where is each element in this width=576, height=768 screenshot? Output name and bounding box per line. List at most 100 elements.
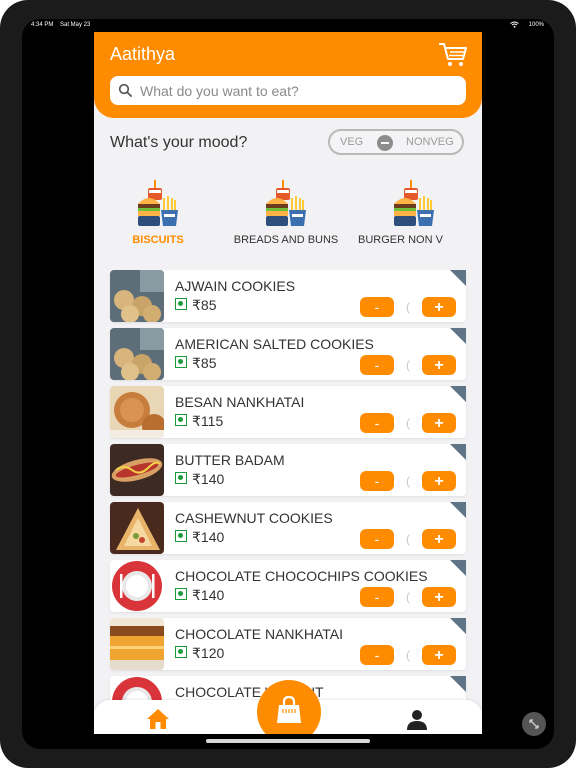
product-image [110,618,164,670]
product-price: ₹140 [192,529,225,545]
status-time: 4:34 PM [31,22,54,28]
veg-indicator-icon [175,588,187,600]
corner-badge [450,502,466,518]
list-item[interactable]: AMERICAN SALTED COOKIES ₹85 - ( + [110,328,466,380]
wifi-icon [510,21,519,28]
corner-badge [450,386,466,402]
increase-quantity-button[interactable]: + [422,297,456,317]
list-item[interactable]: BUTTER BADAM ₹140 - ( + [110,444,466,496]
bottom-tab-bar [94,680,482,734]
veg-label: VEG [340,136,364,148]
corner-badge [450,618,466,634]
increase-quantity-button[interactable]: + [422,413,456,433]
increase-quantity-button[interactable]: + [422,587,456,607]
quantity-value: ( [406,416,410,430]
decrease-quantity-button[interactable]: - [360,413,394,433]
product-list: AJWAIN COOKIES ₹85 - ( + AMERICAN SALTED… [94,270,482,710]
fast-food-icon [266,180,306,226]
category-biscuits[interactable]: BISCUITS [94,180,222,250]
product-image [110,444,164,496]
corner-badge [450,560,466,576]
product-name: BUTTER BADAM [175,452,285,468]
product-price: ₹140 [192,471,225,487]
app-title: Aatithya [110,44,176,64]
home-indicator [206,739,370,743]
list-item[interactable]: CHOCOLATE NANKHATAI ₹120 - ( + [110,618,466,670]
increase-quantity-button[interactable]: + [422,471,456,491]
quantity-value: ( [406,590,410,604]
category-label: BURGER NON V [358,234,443,246]
home-icon[interactable] [146,708,170,730]
search-bar[interactable] [110,76,466,105]
decrease-quantity-button[interactable]: - [360,471,394,491]
category-label: BISCUITS [132,234,184,246]
product-price: ₹85 [192,355,217,371]
decrease-quantity-button[interactable]: - [360,297,394,317]
tablet-frame: 4:34 PM Sat May 23 100% Aatithya What's [0,0,576,768]
list-item[interactable]: CHOCOLATE CHOCOCHIPS COOKIES ₹140 - ( + [110,560,466,612]
list-item[interactable]: CASHEWNUT COOKIES ₹140 - ( + [110,502,466,554]
corner-badge [450,444,466,460]
category-label: BREADS AND BUNS [233,234,339,246]
veg-indicator-icon [175,530,187,542]
decrease-quantity-button[interactable]: - [360,355,394,375]
veg-indicator-icon [175,472,187,484]
search-icon [118,83,132,97]
zoom-toggle-icon[interactable] [522,712,546,736]
search-input[interactable] [140,80,460,101]
quantity-value: ( [406,300,410,314]
product-price: ₹140 [192,587,225,603]
product-image [110,560,164,612]
product-image [110,386,164,438]
veg-indicator-icon [175,414,187,426]
decrease-quantity-button[interactable]: - [360,529,394,549]
product-name: AMERICAN SALTED COOKIES [175,336,374,352]
status-bar: 4:34 PM Sat May 23 100% [22,19,554,33]
screen: 4:34 PM Sat May 23 100% Aatithya What's [22,19,554,749]
quantity-value: ( [406,532,410,546]
list-item[interactable]: AJWAIN COOKIES ₹85 - ( + [110,270,466,322]
decrease-quantity-button[interactable]: - [360,587,394,607]
product-name: BESAN NANKHATAI [175,394,305,410]
quantity-value: ( [406,648,410,662]
app-screen: Aatithya What's your mood? VEG NONVEG [94,32,482,734]
quantity-value: ( [406,474,410,488]
cart-icon[interactable] [438,42,468,68]
header: Aatithya [94,32,482,118]
product-name: CASHEWNUT COOKIES [175,510,333,526]
product-image [110,328,164,380]
increase-quantity-button[interactable]: + [422,645,456,665]
shopping-bag-icon [277,695,301,723]
fast-food-icon [394,180,434,226]
product-image [110,270,164,322]
corner-badge [450,270,466,286]
nonveg-label: NONVEG [406,136,454,148]
increase-quantity-button[interactable]: + [422,529,456,549]
fast-food-icon [138,180,178,226]
product-price: ₹85 [192,297,217,313]
toggle-knob[interactable] [377,135,393,151]
product-image [110,502,164,554]
veg-indicator-icon [175,298,187,310]
battery-indicator: 100% [528,22,544,28]
product-name: CHOCOLATE CHOCOCHIPS COOKIES [175,568,428,584]
user-icon[interactable] [406,709,428,731]
status-date: Sat May 23 [60,22,91,28]
increase-quantity-button[interactable]: + [422,355,456,375]
category-breads-and-buns[interactable]: BREADS AND BUNS [222,180,350,250]
category-burger-non-veg[interactable]: BURGER NON V [350,180,478,250]
product-price: ₹115 [192,413,224,429]
product-name: CHOCOLATE NANKHATAI [175,626,344,642]
product-name: AJWAIN COOKIES [175,278,296,294]
category-strip: BISCUITS BREADS AND BUNS BURGER NON V [94,180,482,250]
veg-indicator-icon [175,356,187,368]
list-item[interactable]: BESAN NANKHATAI ₹115 - ( + [110,386,466,438]
corner-badge [450,676,466,692]
decrease-quantity-button[interactable]: - [360,645,394,665]
mood-label: What's your mood? [110,134,248,151]
veg-indicator-icon [175,646,187,658]
veg-nonveg-toggle[interactable]: VEG NONVEG [328,129,464,155]
product-price: ₹120 [192,645,225,661]
quantity-value: ( [406,358,410,372]
corner-badge [450,328,466,344]
